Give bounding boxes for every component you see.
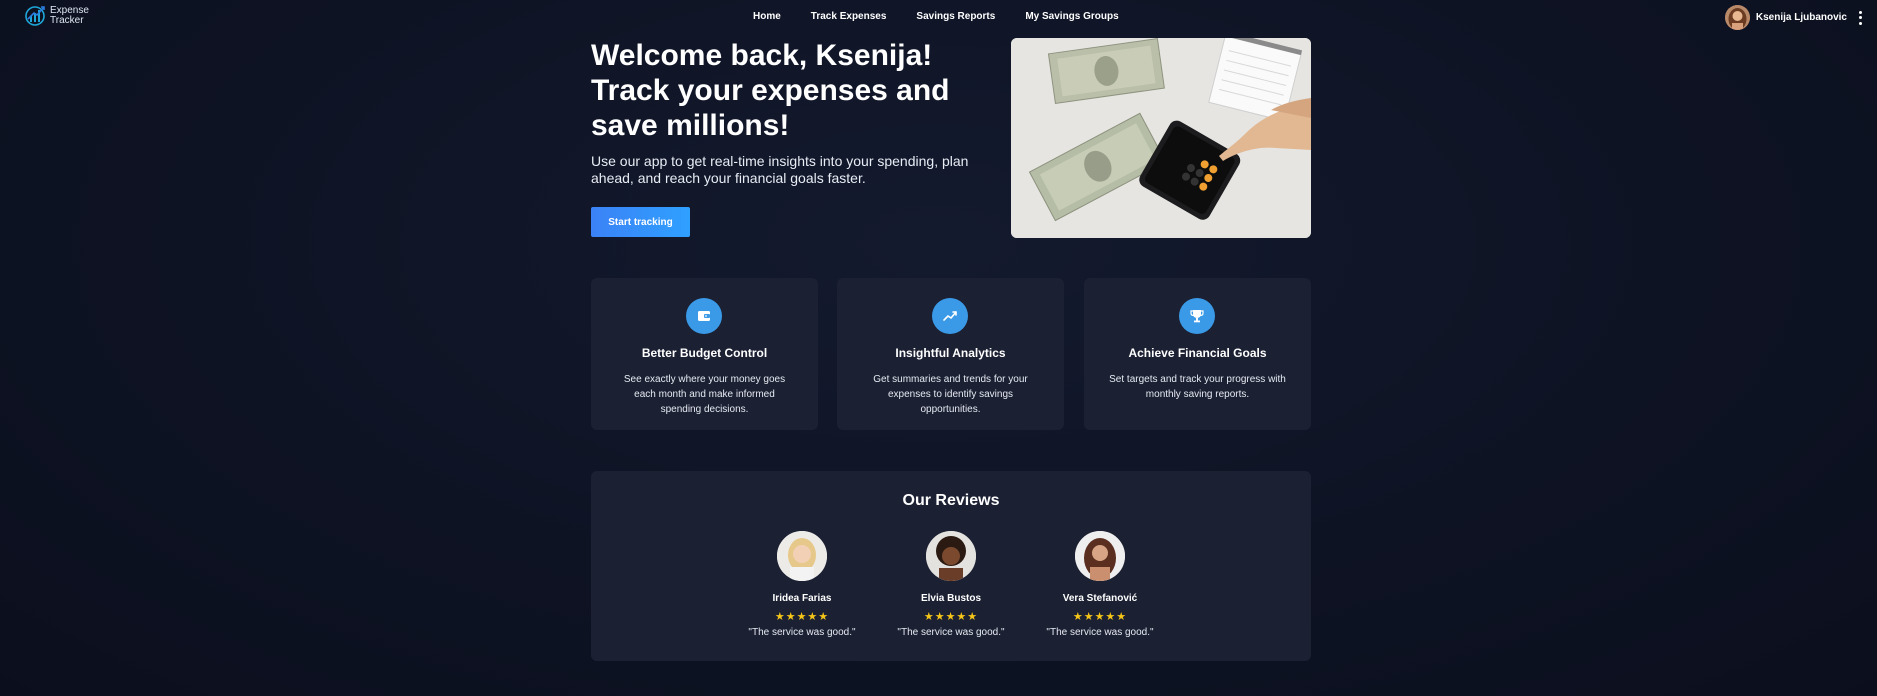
hero-title-line: save millions! — [591, 109, 790, 142]
review-text: "The service was good." — [748, 627, 856, 638]
feature-description-line: opportunities. — [920, 404, 981, 415]
feature-title: Insightful Analytics — [895, 346, 1006, 360]
feature-card-budget: Better Budget Control See exactly where … — [591, 278, 818, 430]
star-rating: ★★★★★ — [923, 611, 979, 623]
feature-description: See exactly where your money goes each m… — [615, 372, 794, 417]
feature-card-analytics: Insightful Analytics Get summaries and t… — [837, 278, 1064, 430]
top-navbar: Expense Tracker Home Track Expenses Savi… — [0, 0, 1877, 34]
star-rating: ★★★★★ — [774, 611, 830, 623]
trophy-icon — [1179, 298, 1215, 334]
feature-description-line: each month and make informed — [634, 389, 775, 400]
feature-description-line: monthly saving reports. — [1145, 389, 1250, 400]
hero-subtitle: Use our app to get real-time insights in… — [591, 153, 969, 186]
reviewer-avatar — [777, 531, 827, 581]
logo-icon — [25, 6, 45, 26]
user-name[interactable]: Ksenija Ljubanovic — [1756, 12, 1847, 23]
logo-text: Expense Tracker — [50, 6, 89, 26]
nav-link-track-expenses[interactable]: Track Expenses — [811, 11, 887, 22]
hero-image — [1011, 38, 1311, 238]
hero-title-line: Welcome back, Ksenija! — [591, 39, 933, 72]
feature-description-line: See exactly where your money goes — [623, 374, 786, 385]
hero-subtitle-line: ahead, and reach your financial goals fa… — [591, 169, 866, 186]
reviewer-name: Vera Stefanović — [1062, 593, 1138, 604]
reviewer-name: Iridea Farias — [772, 593, 832, 604]
wallet-icon — [686, 298, 722, 334]
feature-card-goals: Achieve Financial Goals Set targets and … — [1084, 278, 1311, 430]
user-menu[interactable]: Ksenija Ljubanovic — [1724, 5, 1863, 30]
feature-title: Better Budget Control — [641, 346, 768, 360]
feature-description-line: Set targets and track your progress with — [1109, 374, 1286, 385]
user-avatar[interactable] — [1724, 5, 1750, 30]
star-rating: ★★★★★ — [1072, 611, 1128, 623]
feature-description-line: expenses to identify savings — [887, 389, 1014, 400]
hero-title: Welcome back, Ksenija! Track your expens… — [591, 38, 971, 143]
feature-description: Get summaries and trends for your expens… — [861, 372, 1040, 417]
reviewer-avatar — [1075, 531, 1125, 581]
review-text: "The service was good." — [1046, 627, 1154, 638]
nav-link-home[interactable]: Home — [753, 11, 781, 22]
reviews-title: Our Reviews — [902, 492, 1000, 509]
feature-description-line: spending decisions. — [660, 404, 749, 415]
reviewer-name: Elvia Bustos — [920, 593, 982, 604]
main-nav: Home Track Expenses Savings Reports My S… — [753, 11, 1119, 22]
hero-title-line: Track your expenses and — [591, 74, 950, 107]
reviewer-avatar — [926, 531, 976, 581]
review-text: "The service was good." — [897, 627, 1005, 638]
app-logo[interactable]: Expense Tracker — [24, 5, 89, 27]
reviews-section: Our Reviews Iridea Farias ★★★★★ "The ser… — [591, 471, 1311, 661]
trending-up-icon — [932, 298, 968, 334]
more-options-icon[interactable] — [1857, 10, 1863, 25]
review-card: Elvia Bustos ★★★★★ "The service was good… — [881, 531, 1021, 638]
review-card: Iridea Farias ★★★★★ "The service was goo… — [732, 531, 872, 638]
feature-title: Achieve Financial Goals — [1128, 346, 1267, 360]
feature-description: Set targets and track your progress with… — [1108, 372, 1287, 402]
logo-line-2: Tracker — [50, 15, 84, 26]
hero-subtitle-line: Use our app to get real-time insights in… — [591, 153, 969, 169]
start-tracking-button[interactable]: Start tracking — [591, 207, 690, 237]
review-card: Vera Stefanović ★★★★★ "The service was g… — [1030, 531, 1170, 638]
nav-link-my-savings-groups[interactable]: My Savings Groups — [1025, 11, 1118, 22]
feature-description-line: Get summaries and trends for your — [873, 374, 1028, 385]
nav-link-savings-reports[interactable]: Savings Reports — [916, 11, 995, 22]
